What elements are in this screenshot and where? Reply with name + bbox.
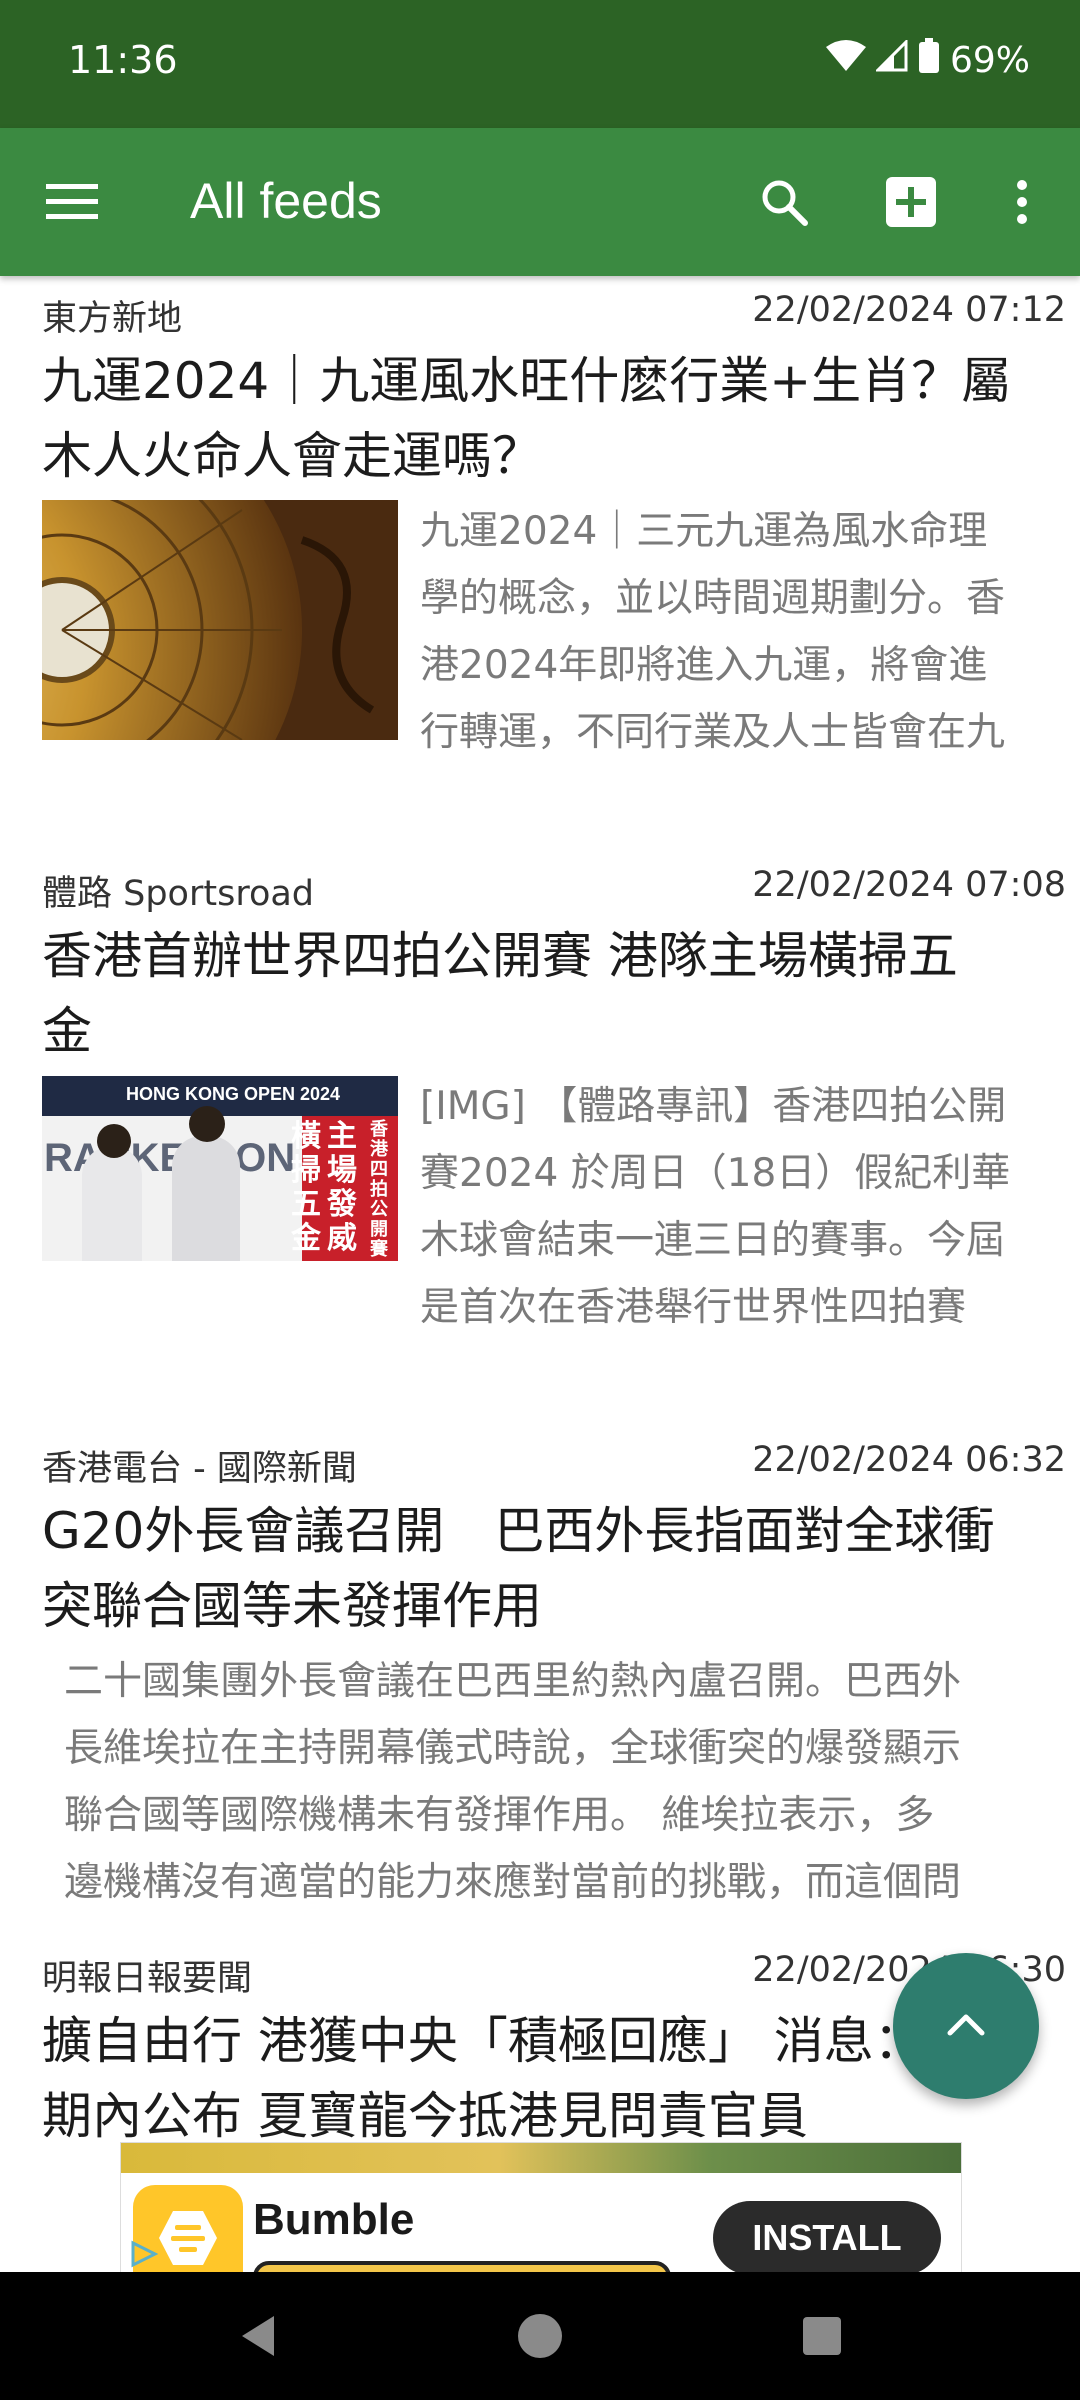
feed-date: 22/02/2024 07:12 (752, 290, 1066, 330)
feed-snippet-line: 九運2024｜三元九運為風水命理 (420, 509, 988, 554)
feed-snippet: [IMG] 【體路專訊】香港四拍公開 賽2024 於周日（18日）假紀利華 木球… (420, 1073, 1060, 1343)
feed-title-line: 香港首辦世界四拍公開賽 港隊主場橫掃五 (42, 927, 958, 985)
feed-snippet-line: [IMG] 【體路專訊】香港四拍公開 (420, 1084, 1007, 1129)
feed-snippet-line: 是首次在香港舉行世界性四拍賽 (420, 1285, 967, 1330)
feed-thumbnail[interactable]: HONG KONG OPEN 2024 RACKETLON 主場發威 橫掃五金 … (42, 1076, 398, 1261)
feed-snippet: 九運2024｜三元九運為風水命理 學的概念，並以時間週期劃分。香 港2024年即… (420, 498, 1060, 768)
feed-source: 東方新地 (42, 299, 183, 339)
recents-icon[interactable] (782, 2296, 862, 2376)
status-icons: 69% (825, 38, 1030, 83)
battery-percent: 69% (949, 40, 1030, 81)
home-icon[interactable] (500, 2296, 580, 2376)
ad-choices-icon[interactable] (129, 2239, 159, 2273)
app-toolbar: All feeds (0, 128, 1080, 276)
chevron-up-icon (946, 2011, 986, 2041)
feed-item[interactable]: 體路 Sportsroad 22/02/2024 07:08 香港首辦世界四拍公… (0, 851, 1080, 1411)
feed-thumbnail[interactable] (42, 500, 398, 740)
feed-date: 22/02/2024 06:32 (752, 1440, 1066, 1480)
feed-title[interactable]: G20外長會議召開 巴西外長指面對全球衝 突聯合國等未發揮作用 (42, 1494, 1062, 1644)
feed-item[interactable]: 香港電台 - 國際新聞 22/02/2024 06:32 G20外長會議召開 巴… (0, 1426, 1080, 1926)
feed-title-line: 金 (42, 1002, 92, 1060)
feed-snippet-line: 港2024年即將進入九運，將會進 (420, 643, 988, 688)
ad-app-name: Bumble (253, 2195, 415, 2244)
feed-title-line: 木人火命人會走運嗎？ (42, 427, 542, 485)
feed-snippet-line: 行轉運，不同行業及人士皆會在九 (420, 710, 1006, 755)
feed-snippet-line: 邊機構沒有適當的能力來應對當前的挑戰，而這個問 (64, 1860, 962, 1905)
status-time: 11:36 (68, 38, 178, 82)
feed-title-line: 九運2024｜九運風水旺什麽行業+生肖？屬 (42, 352, 1012, 410)
system-navigation-bar (0, 2272, 1080, 2400)
wifi-icon (825, 39, 866, 82)
feed-source: 體路 Sportsroad (42, 874, 315, 914)
feed-date: 22/02/2024 07:08 (752, 865, 1066, 905)
signal-icon (874, 38, 908, 81)
scroll-to-top-button[interactable] (893, 1953, 1039, 2099)
feed-title-line: 突聯合國等未發揮作用 (42, 1577, 542, 1635)
search-icon[interactable] (744, 162, 824, 242)
install-button[interactable]: INSTALL (713, 2201, 941, 2273)
ad-background-image (121, 2143, 961, 2173)
ad-banner[interactable]: Bumble INSTALL (120, 2142, 962, 2274)
feed-source: 明報日報要聞 (42, 1959, 253, 1999)
thumb-caption-3: 香港四拍公開賽 (370, 1119, 388, 1260)
feed-item[interactable]: 東方新地 22/02/2024 07:12 九運2024｜九運風水旺什麽行業+生… (0, 276, 1080, 836)
feed-snippet: 二十國集團外長會議在巴西里約熱內盧召開。巴西外 長維埃拉在主持開幕儀式時說，全球… (64, 1648, 1064, 1918)
feed-title[interactable]: 九運2024｜九運風水旺什麽行業+生肖？屬 木人火命人會走運嗎？ (42, 344, 1062, 494)
feed-snippet-line: 聯合國等國際機構未有發揮作用。 維埃拉表示，多 (64, 1793, 935, 1838)
thumb-caption-1: 主場發威 (327, 1119, 357, 1256)
feed-snippet-line: 賽2024 於周日（18日）假紀利華 (420, 1151, 1011, 1196)
battery-icon (918, 38, 940, 83)
thumb-caption-2: 橫掃五金 (291, 1119, 321, 1256)
feed-snippet-line: 學的概念，並以時間週期劃分。香 (420, 576, 1006, 621)
feed-title[interactable]: 香港首辦世界四拍公開賽 港隊主場橫掃五 金 (42, 919, 1062, 1069)
feed-source: 香港電台 - 國際新聞 (42, 1449, 357, 1489)
add-feed-icon[interactable] (871, 162, 951, 242)
overflow-menu-icon[interactable] (982, 162, 1062, 242)
feed-snippet-line: 二十國集團外長會議在巴西里約熱內盧召開。巴西外 (64, 1659, 962, 1704)
feed-snippet-line: 長維埃拉在主持開幕儀式時說，全球衝突的爆發顯示 (64, 1726, 962, 1771)
status-bar: 11:36 69% (0, 0, 1080, 128)
menu-icon[interactable] (32, 162, 112, 242)
toolbar-title: All feeds (190, 173, 382, 229)
thumb-banner-text: HONG KONG OPEN 2024 (126, 1084, 341, 1104)
feed-snippet-line: 木球會結束一連三日的賽事。今屆 (420, 1218, 1006, 1263)
back-icon[interactable] (218, 2296, 298, 2376)
feed-title-line: G20外長會議召開 巴西外長指面對全球衝 (42, 1502, 995, 1560)
